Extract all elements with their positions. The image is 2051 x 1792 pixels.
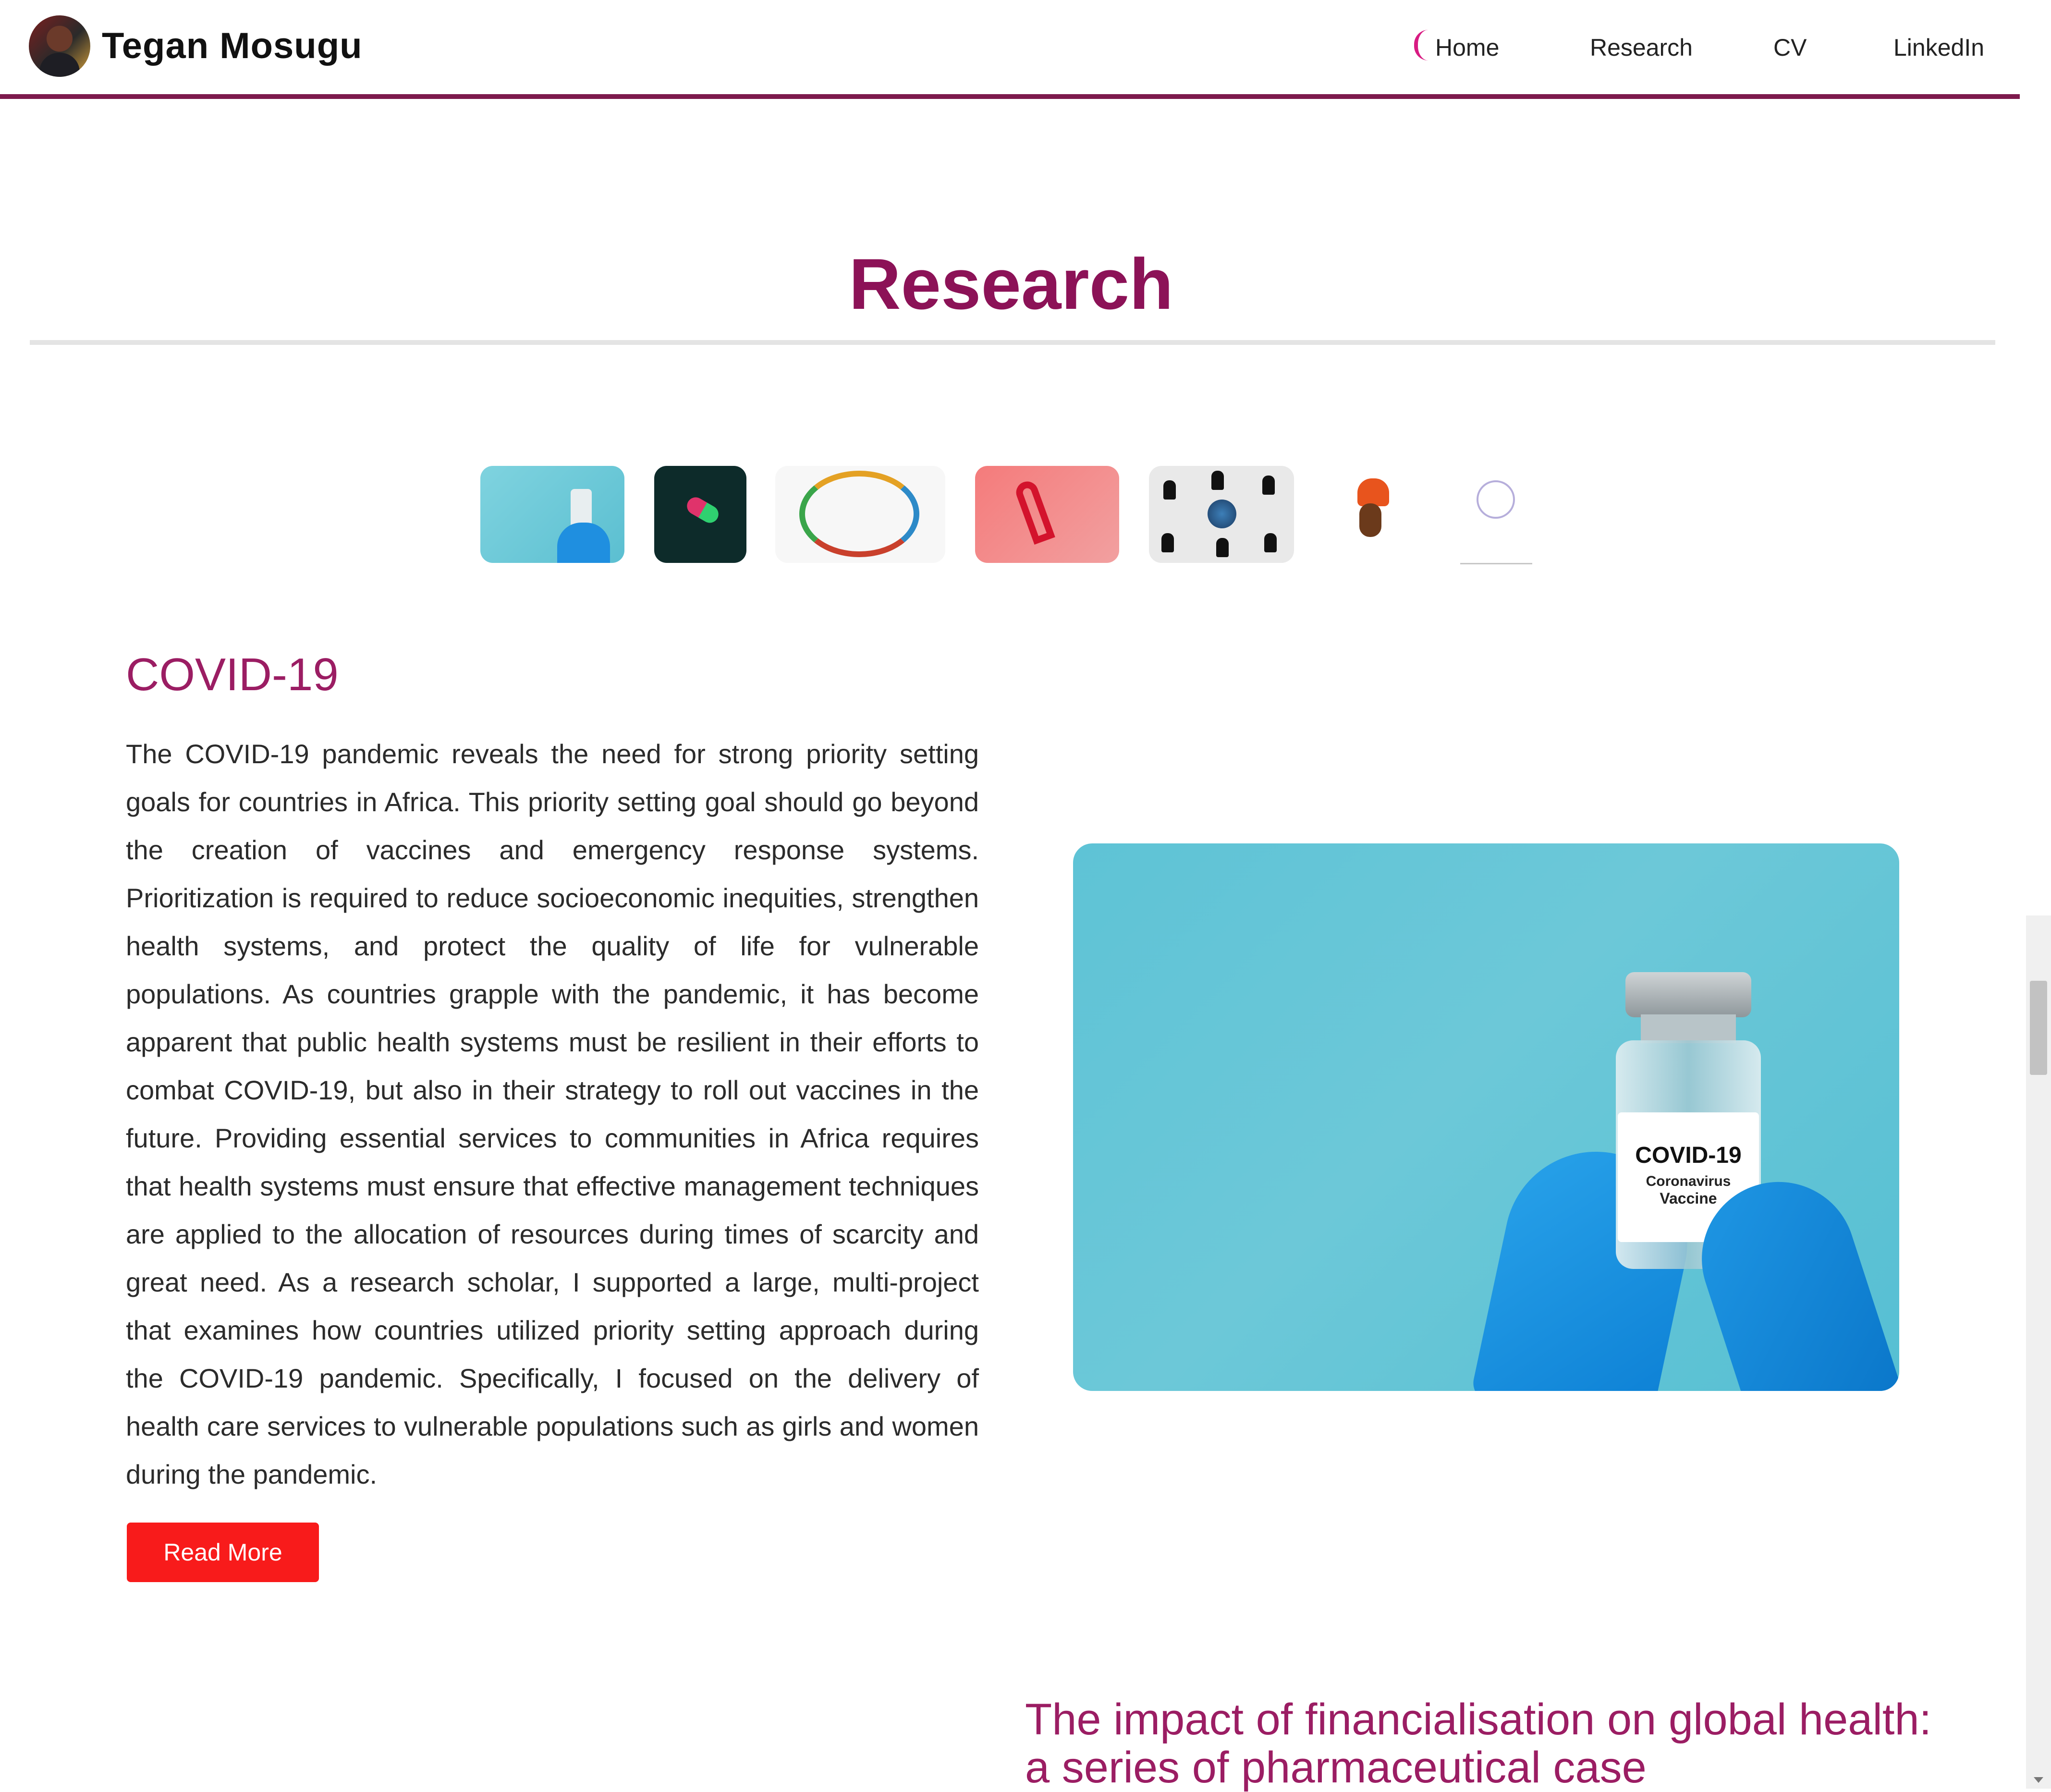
logo-icon	[1477, 480, 1515, 519]
thumbnail-project-logo[interactable]	[1460, 466, 1532, 564]
site-header: Tegan Mosugu Home Research CV LinkedIn	[0, 0, 2020, 94]
section-body: The COVID-19 pandemic reveals the need f…	[126, 739, 979, 1489]
person-icon	[1161, 533, 1174, 552]
glove-icon	[557, 523, 610, 563]
person-icon	[1163, 480, 1176, 500]
thumbnail-hiv-aids[interactable]	[975, 466, 1119, 563]
avatar[interactable]	[29, 15, 90, 77]
vial-neck-shape	[1641, 1014, 1736, 1043]
read-more-button[interactable]: Read More	[127, 1523, 319, 1582]
scroll-down-arrow-icon[interactable]	[2034, 1777, 2043, 1783]
person-icon	[1211, 471, 1224, 490]
organs-circle-icon	[799, 471, 919, 557]
thumbnail-covid-vaccine[interactable]	[480, 466, 624, 563]
person-icon	[1262, 475, 1275, 495]
woman-icon	[1359, 503, 1381, 537]
scrollbar-thumb[interactable]	[2030, 981, 2047, 1075]
vial-cap-shape	[1625, 972, 1751, 1017]
headwrap-icon	[1357, 478, 1389, 506]
active-nav-indicator	[1414, 30, 1428, 61]
next-section-heading: The impact of financialisation on global…	[1025, 1695, 1932, 1792]
person-icon	[1216, 538, 1229, 557]
pill-icon	[684, 494, 722, 526]
thumbnail-health-systems[interactable]	[775, 466, 945, 563]
nav-cv[interactable]: CV	[1773, 34, 1807, 61]
ribbon-icon	[1013, 478, 1055, 545]
person-icon	[1264, 533, 1277, 552]
nav-research[interactable]: Research	[1590, 34, 1693, 61]
vial-label-line2: Coronavirus	[1646, 1173, 1731, 1189]
nav-linkedin[interactable]: LinkedIn	[1893, 34, 1984, 61]
nav-home[interactable]: Home	[1435, 34, 1499, 61]
title-divider	[30, 340, 1995, 345]
globe-icon	[1208, 500, 1236, 528]
thumbnail-pharmaceutical[interactable]	[654, 466, 746, 563]
header-divider	[0, 94, 2020, 99]
covid-vaccine-image: COVID-19 Coronavirus Vaccine	[1073, 843, 1899, 1391]
thumbnail-global-network[interactable]	[1149, 466, 1294, 563]
site-title[interactable]: Tegan Mosugu	[102, 25, 363, 67]
section-heading: COVID-19	[126, 649, 339, 700]
vial-label-title: COVID-19	[1635, 1143, 1742, 1168]
thumbnail-women-health[interactable]	[1326, 466, 1417, 563]
page-title: Research	[849, 244, 1173, 324]
